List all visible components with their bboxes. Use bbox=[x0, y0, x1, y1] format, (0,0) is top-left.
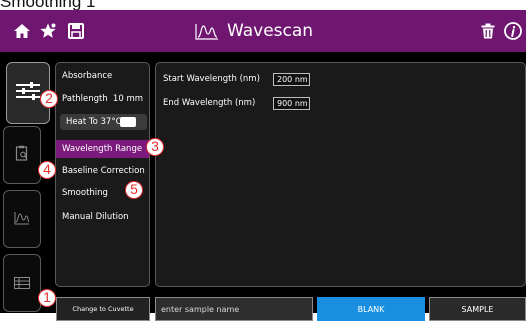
sample-button[interactable]: SAMPLE bbox=[429, 297, 526, 321]
app-window: Wavescan Absorbance Pathlength 10 mm Hea… bbox=[0, 10, 526, 321]
trash-icon[interactable] bbox=[478, 21, 498, 41]
home-icon[interactable] bbox=[12, 21, 32, 41]
menu-wavelength-range-label: Wavelength Range bbox=[62, 144, 143, 154]
sample-name-input[interactable] bbox=[155, 297, 313, 321]
pathlength-label: Pathlength bbox=[62, 94, 108, 104]
change-to-cuvette-button[interactable]: Change to Cuvette bbox=[56, 297, 150, 321]
app-title-group: Wavescan bbox=[195, 10, 313, 52]
settings-sliders-icon bbox=[15, 80, 41, 106]
side-tabs bbox=[0, 52, 50, 313]
callout-3: 3 bbox=[146, 138, 164, 156]
callout-2: 2 bbox=[40, 90, 58, 108]
callout-5: 5 bbox=[125, 181, 143, 199]
app-title: Wavescan bbox=[227, 21, 314, 41]
heat-label: Heat To 37°C bbox=[66, 117, 122, 127]
caption: Smoothing 1 bbox=[0, 0, 96, 11]
menu-baseline-correction[interactable]: Baseline Correction bbox=[56, 162, 149, 180]
callout-1: 1 bbox=[38, 289, 56, 307]
end-wavelength-label: End Wavelength (nm) bbox=[163, 98, 256, 108]
results-clipboard-icon bbox=[15, 145, 29, 165]
info-icon[interactable] bbox=[503, 21, 523, 41]
bottom-bar: Change to Cuvette BLANK SAMPLE bbox=[0, 288, 526, 323]
heat-toggle-row[interactable]: Heat To 37°C bbox=[60, 114, 147, 130]
start-wavelength-label: Start Wavelength (nm) bbox=[163, 74, 260, 84]
settings-menu: Absorbance Pathlength 10 mm Heat To 37°C… bbox=[55, 62, 150, 287]
menu-baseline-correction-label: Baseline Correction bbox=[62, 166, 145, 176]
menu-pathlength[interactable]: Pathlength 10 mm bbox=[56, 90, 149, 108]
tab-results[interactable] bbox=[3, 126, 41, 184]
end-wavelength-input[interactable]: 900 nm bbox=[273, 97, 310, 110]
blank-button[interactable]: BLANK bbox=[317, 297, 425, 321]
menu-absorbance-label: Absorbance bbox=[62, 71, 113, 81]
save-icon[interactable] bbox=[66, 21, 86, 41]
tab-graph[interactable] bbox=[3, 190, 41, 248]
menu-manual-dilution-label: Manual Dilution bbox=[62, 212, 129, 222]
menu-absorbance[interactable]: Absorbance bbox=[56, 67, 149, 85]
favorite-star-icon[interactable] bbox=[38, 21, 58, 41]
graph-icon bbox=[14, 210, 30, 229]
menu-manual-dilution[interactable]: Manual Dilution bbox=[56, 208, 149, 226]
heat-toggle-switch[interactable] bbox=[120, 117, 136, 127]
menu-wavelength-range[interactable]: Wavelength Range bbox=[56, 140, 149, 158]
header-bar: Wavescan bbox=[0, 10, 526, 52]
callout-4: 4 bbox=[38, 161, 56, 179]
settings-content: Start Wavelength (nm) 200 nm End Wavelen… bbox=[155, 62, 526, 287]
pathlength-value: 10 mm bbox=[112, 94, 143, 104]
menu-smoothing-label: Smoothing bbox=[62, 188, 108, 198]
wave-logo-icon bbox=[195, 22, 219, 40]
start-wavelength-input[interactable]: 200 nm bbox=[273, 73, 310, 86]
